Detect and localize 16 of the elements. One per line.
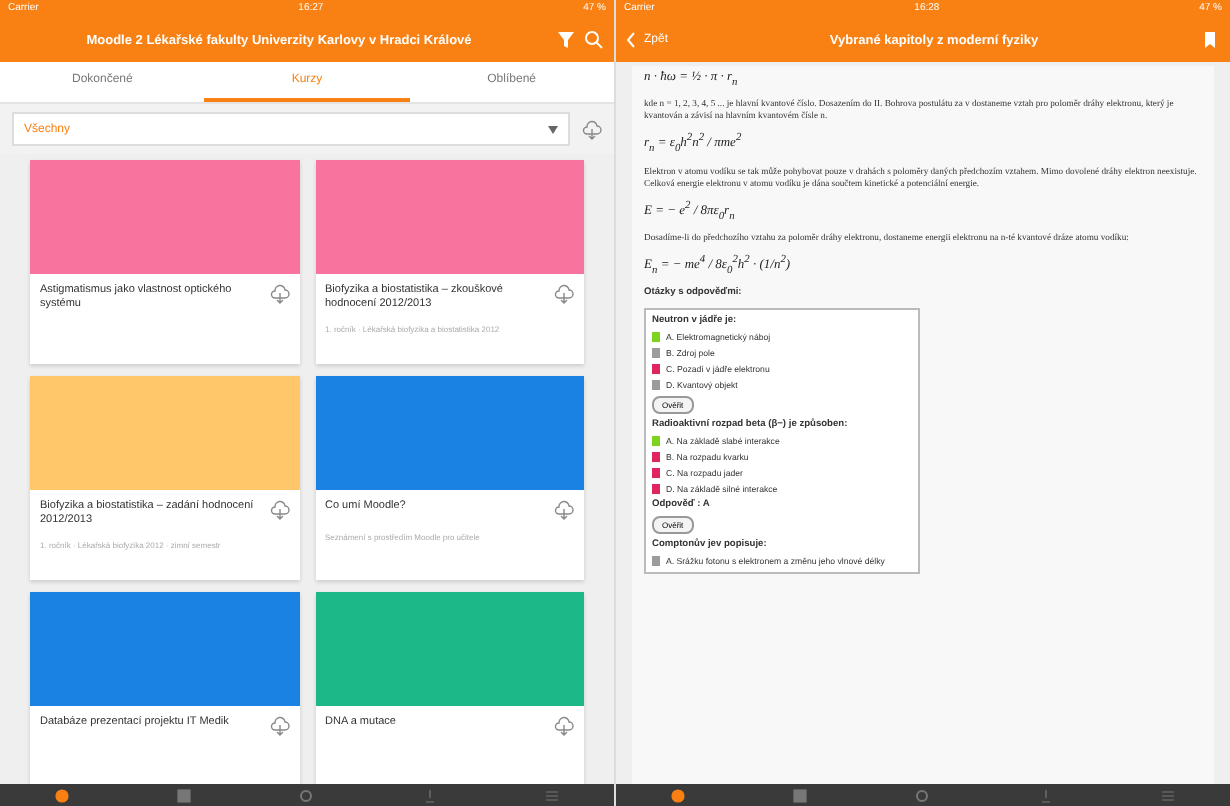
menu-icon[interactable]: [542, 785, 563, 805]
cloud-download-icon[interactable]: [269, 284, 289, 304]
caret-icon: [548, 125, 558, 133]
home-icon[interactable]: [667, 785, 688, 805]
menu-icon[interactable]: [1158, 785, 1179, 805]
cloud-download-icon[interactable]: [269, 500, 289, 520]
bookmark-icon[interactable]: [1200, 30, 1220, 50]
cloud-download-icon[interactable]: [582, 119, 602, 139]
cloud-download-icon[interactable]: [554, 284, 574, 304]
search-icon[interactable]: [584, 30, 604, 50]
cloud-download-icon[interactable]: [554, 716, 574, 736]
cloud-download-icon[interactable]: [269, 716, 289, 736]
cloud-download-icon[interactable]: [554, 500, 574, 520]
filter-icon[interactable]: [556, 30, 576, 50]
home-icon[interactable]: [51, 785, 72, 805]
back-chevron-icon[interactable]: [626, 32, 636, 48]
